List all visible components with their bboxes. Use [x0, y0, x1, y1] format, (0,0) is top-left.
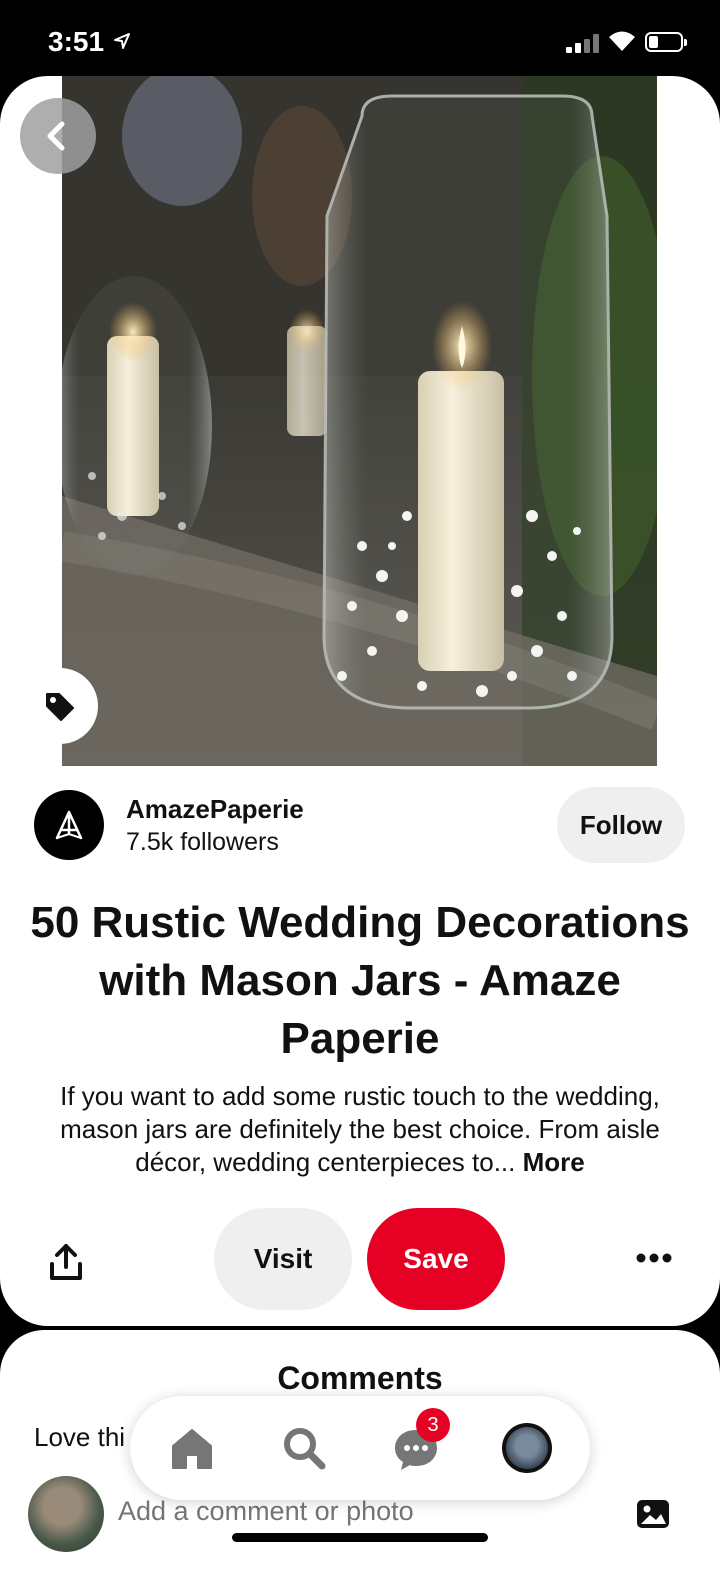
more-options-button[interactable] — [632, 1246, 676, 1270]
notification-badge: 3 — [416, 1408, 450, 1442]
add-photo-button[interactable] — [636, 1497, 670, 1531]
creator-followers: 7.5k followers — [126, 828, 279, 856]
price-tag-icon — [46, 693, 74, 721]
share-button[interactable] — [44, 1240, 88, 1284]
creator-avatar[interactable] — [34, 790, 104, 860]
comment-input[interactable] — [118, 1496, 598, 1527]
save-button[interactable]: Save — [367, 1208, 505, 1310]
wifi-icon — [609, 31, 635, 51]
chevron-left-icon — [47, 121, 65, 151]
comments-title: Comments — [277, 1360, 443, 1396]
status-bar: 3:51 — [0, 0, 720, 76]
ellipsis-icon — [636, 1253, 672, 1263]
image-icon — [637, 1500, 669, 1528]
pin-title: 50 Rustic Wedding Decorations with Mason… — [30, 898, 690, 1063]
profile-avatar — [506, 1427, 548, 1469]
more-link[interactable]: More — [523, 1147, 585, 1177]
location-arrow-icon — [114, 33, 130, 49]
home-indicator — [232, 1533, 488, 1542]
pin-card: AmazePaperie 7.5k followers Follow 50 Ru… — [0, 76, 720, 1326]
current-user-avatar — [28, 1476, 104, 1552]
pin-image[interactable] — [62, 76, 657, 766]
creator-name[interactable]: AmazePaperie — [126, 794, 304, 825]
status-time: 3:51 — [48, 26, 105, 57]
nav-search[interactable] — [278, 1422, 330, 1474]
pin-description: If you want to add some rustic touch to … — [30, 1080, 690, 1179]
home-icon — [172, 1429, 212, 1469]
battery-icon — [645, 32, 687, 52]
back-button[interactable] — [20, 98, 96, 174]
search-icon — [284, 1428, 326, 1470]
nav-profile-avatar[interactable] — [502, 1423, 552, 1473]
comment-preview[interactable]: Love thi — [34, 1422, 125, 1453]
amazepaperie-logo-icon — [55, 810, 83, 840]
share-icon — [50, 1244, 82, 1280]
cellular-signal-icon — [566, 33, 602, 53]
follow-button[interactable]: Follow — [557, 787, 685, 863]
shop-tag-button[interactable] — [22, 668, 98, 744]
visit-button[interactable]: Visit — [214, 1208, 352, 1310]
nav-home[interactable] — [166, 1422, 218, 1474]
